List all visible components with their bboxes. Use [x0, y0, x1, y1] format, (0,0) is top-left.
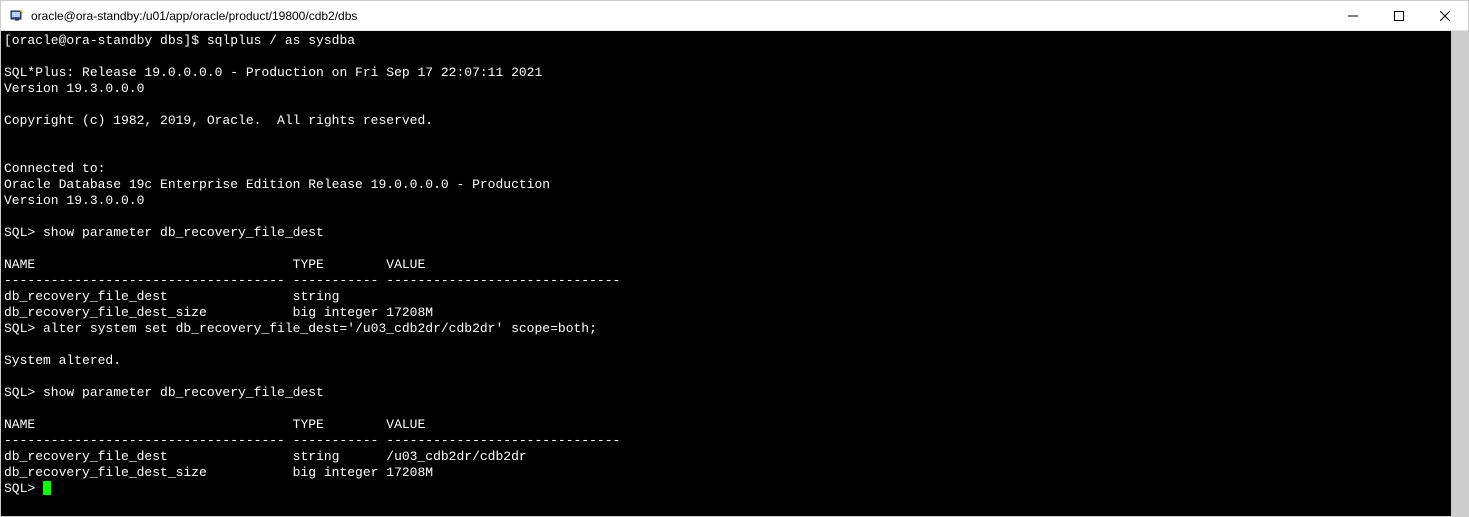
sql-prompt: SQL>: [4, 481, 43, 496]
client-area: [oracle@ora-standby dbs]$ sqlplus / as s…: [1, 31, 1468, 516]
minimize-button[interactable]: [1330, 1, 1376, 30]
window-title: oracle@ora-standby:/u01/app/oracle/produ…: [31, 9, 357, 23]
putty-icon: [9, 8, 25, 24]
cursor: [43, 481, 51, 495]
titlebar[interactable]: oracle@ora-standby:/u01/app/oracle/produ…: [1, 1, 1468, 31]
close-button[interactable]: [1422, 1, 1468, 30]
putty-window: oracle@ora-standby:/u01/app/oracle/produ…: [0, 0, 1469, 517]
terminal-output[interactable]: [oracle@ora-standby dbs]$ sqlplus / as s…: [1, 31, 1451, 516]
vertical-scrollbar[interactable]: [1451, 31, 1468, 516]
maximize-button[interactable]: [1376, 1, 1422, 30]
window-controls: [1330, 1, 1468, 30]
scrollbar-thumb[interactable]: [1451, 31, 1468, 516]
